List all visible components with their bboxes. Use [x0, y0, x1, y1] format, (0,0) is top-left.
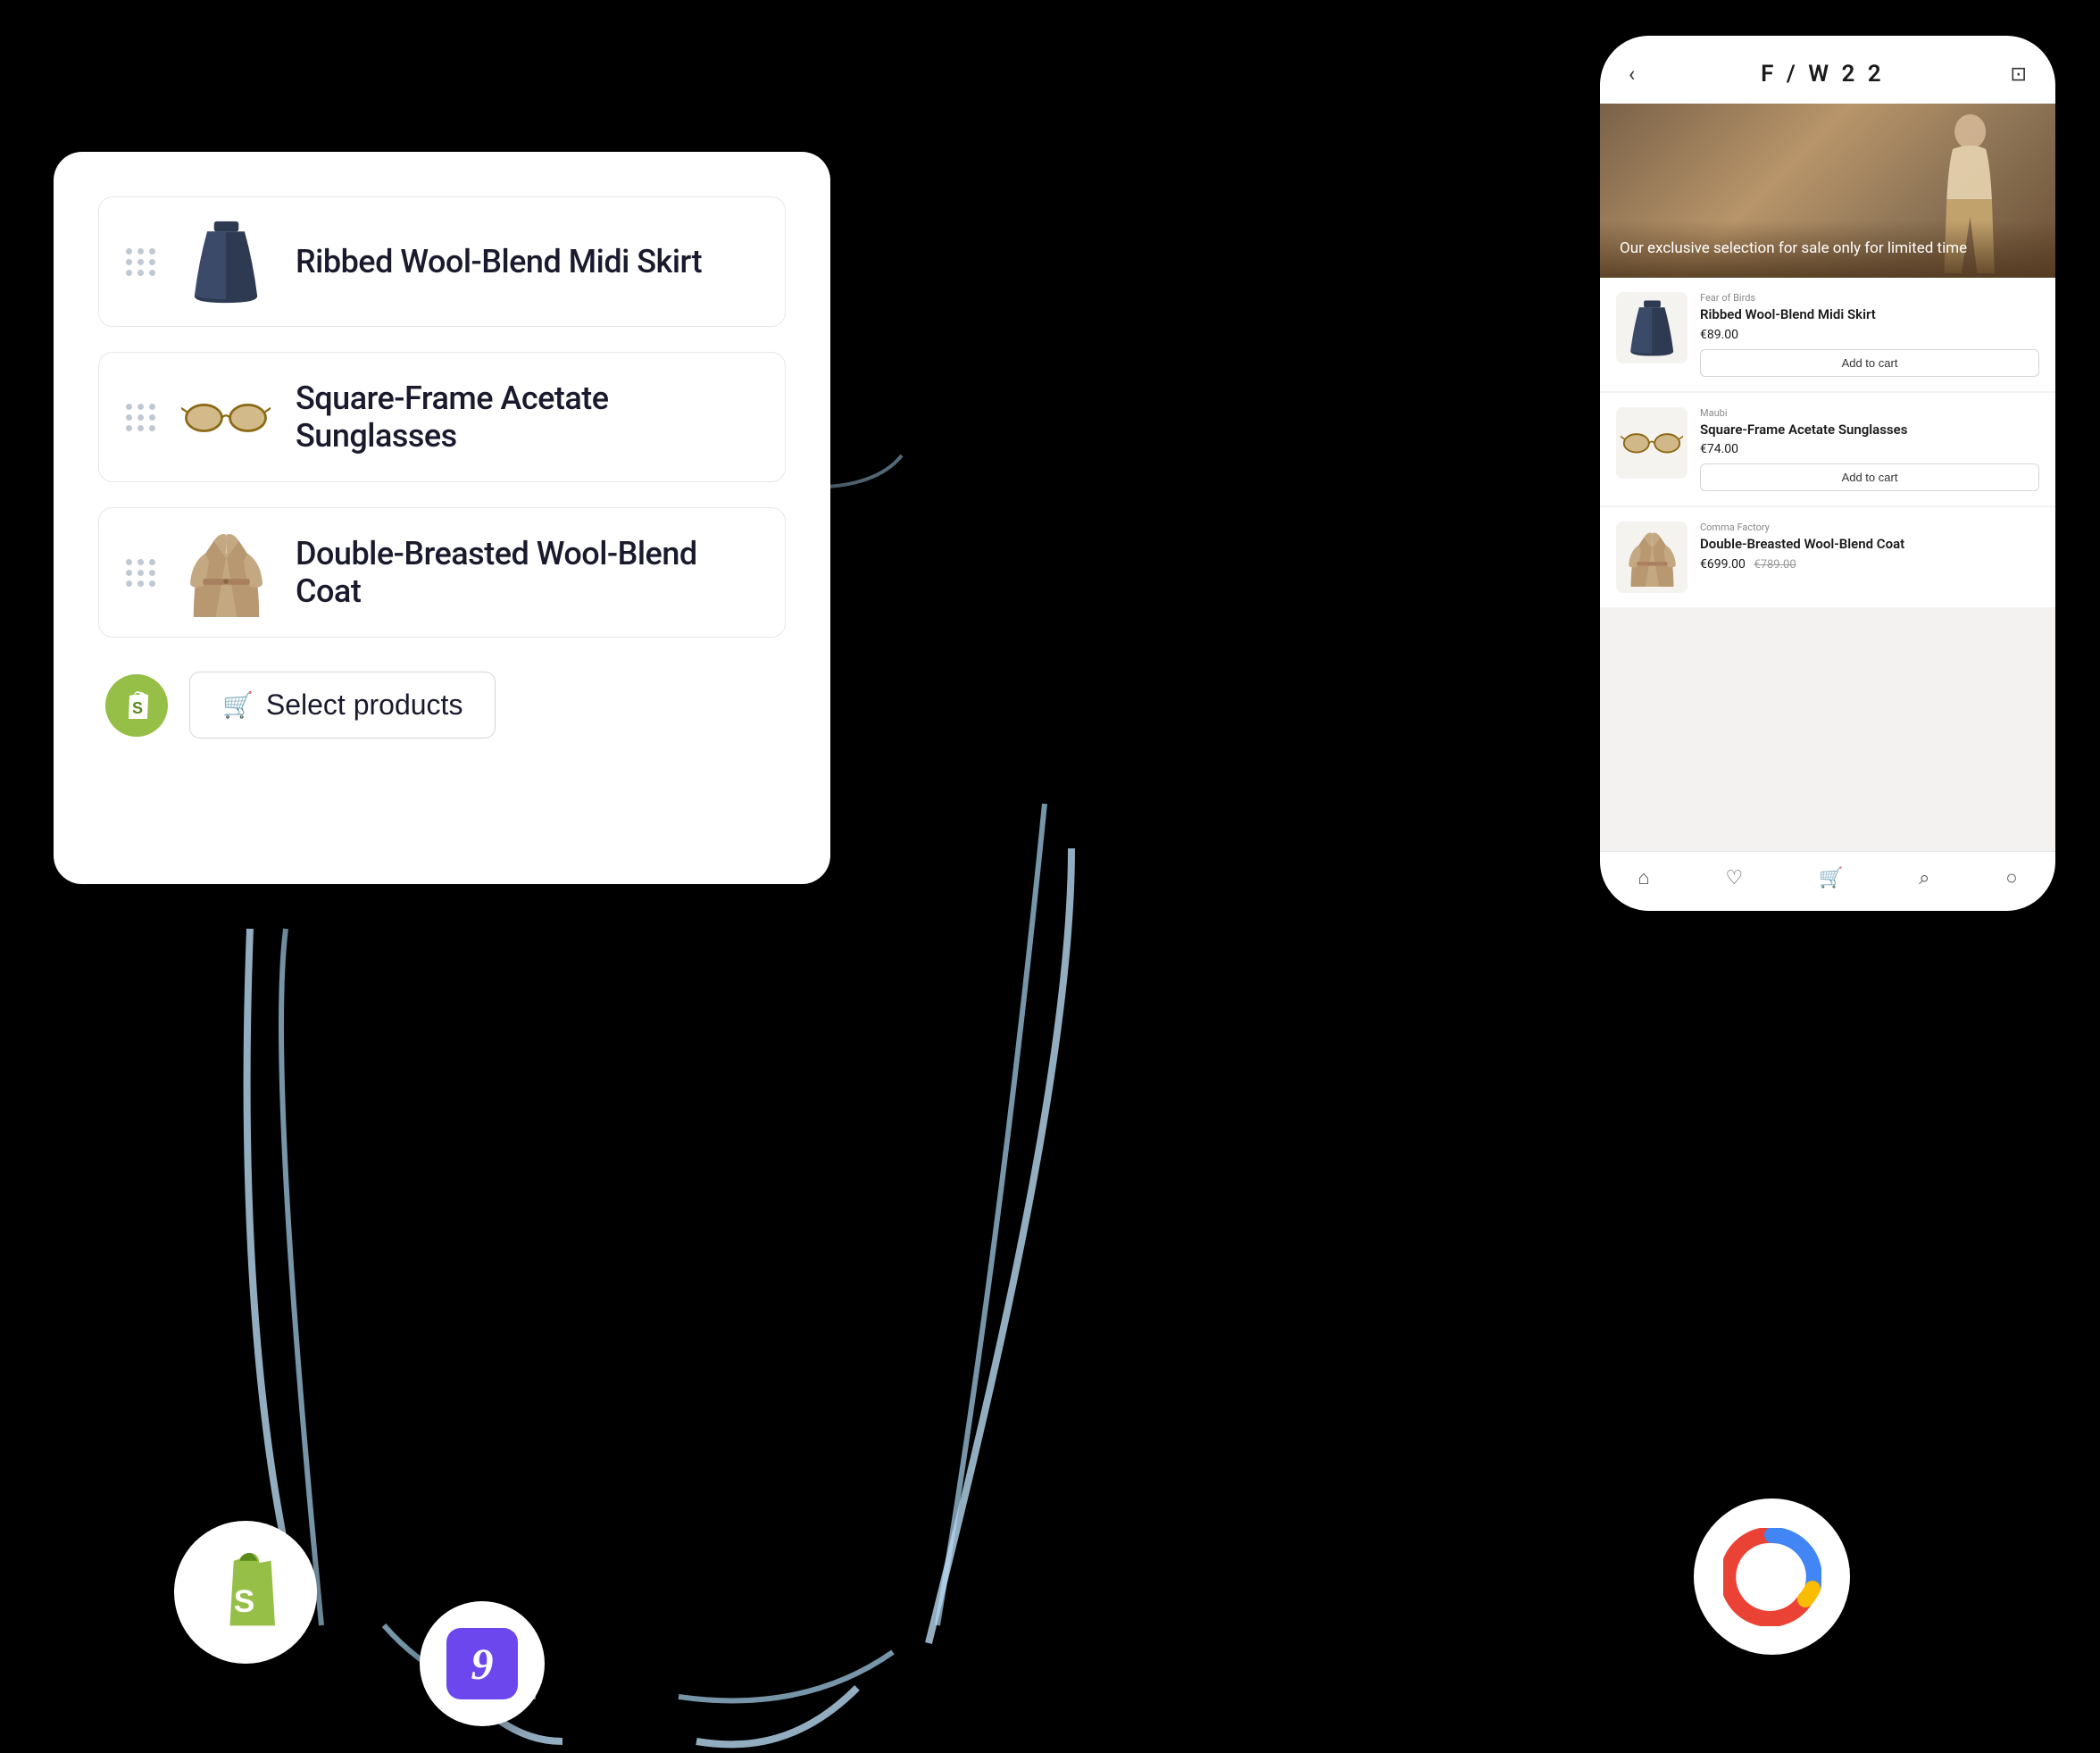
phone-product-info-sunglasses: Maubi Square-Frame Acetate Sunglasses €7…	[1700, 407, 2039, 492]
phone-add-to-cart-skirt[interactable]: Add to cart	[1700, 349, 2039, 377]
drag-handle-coat[interactable]	[126, 559, 156, 587]
phone-product-item-coat: Comma Factory Double-Breasted Wool-Blend…	[1600, 507, 2055, 607]
phone-price-coat: €699.00 €789.00	[1700, 557, 2039, 572]
scene: Ribbed Wool-Blend Midi Skirt	[0, 0, 2100, 1753]
admin-panel: Ribbed Wool-Blend Midi Skirt	[54, 152, 830, 884]
phone-mockup: ‹ F / W 2 2 ⊡ Our exclusive selection fo…	[1600, 36, 2055, 911]
phone-price-sunglasses: €74.00	[1700, 442, 2039, 456]
phone-coat-image	[1616, 522, 1688, 593]
phone-header: ‹ F / W 2 2 ⊡	[1600, 36, 2055, 104]
cart-icon: 🛒	[222, 690, 254, 720]
sunglasses-image	[181, 372, 271, 462]
phone-name-sunglasses: Square-Frame Acetate Sunglasses	[1700, 422, 2039, 439]
phone-product-info-coat: Comma Factory Double-Breasted Wool-Blend…	[1700, 522, 2039, 579]
product-row-sunglasses[interactable]: Square-Frame Acetate Sunglasses	[98, 352, 786, 482]
phone-name-coat: Double-Breasted Wool-Blend Coat	[1700, 536, 2039, 554]
skirt-image	[181, 217, 271, 306]
typeform-icon: 9	[446, 1628, 518, 1699]
phone-brand-coat: Comma Factory	[1700, 522, 2039, 533]
shopify-logo-small: S	[105, 674, 168, 737]
google-circle-badge	[1694, 1498, 1850, 1655]
phone-brand-sunglasses: Maubi	[1700, 407, 2039, 419]
drag-handle-skirt[interactable]	[126, 248, 156, 276]
select-products-label: Select products	[266, 689, 463, 722]
select-products-button[interactable]: 🛒 Select products	[189, 672, 496, 739]
svg-text:S: S	[234, 1584, 254, 1619]
phone-add-to-cart-sunglasses[interactable]: Add to cart	[1700, 463, 2039, 491]
phone-name-skirt: Ribbed Wool-Blend Midi Skirt	[1700, 306, 2039, 324]
shopify-circle-badge: S	[174, 1521, 317, 1664]
nav-user-icon[interactable]: ○	[2005, 866, 2017, 889]
nav-cart-icon[interactable]: 🛒	[1819, 867, 1843, 889]
phone-product-item-sunglasses: Maubi Square-Frame Acetate Sunglasses €7…	[1600, 393, 2055, 506]
product-name-sunglasses: Square-Frame Acetate Sunglasses	[296, 380, 758, 455]
drag-handle-sunglasses[interactable]	[126, 404, 156, 431]
product-name-coat: Double-Breasted Wool-Blend Coat	[296, 535, 758, 610]
phone-product-item-skirt: Fear of Birds Ribbed Wool-Blend Midi Ski…	[1600, 278, 2055, 391]
phone-product-list: Fear of Birds Ribbed Wool-Blend Midi Ski…	[1600, 278, 2055, 851]
phone-sunglasses-image	[1616, 407, 1688, 479]
phone-cart-icon[interactable]: ⊡	[2011, 63, 2027, 86]
phone-hero: Our exclusive selection for sale only fo…	[1600, 104, 2055, 278]
phone-brand-skirt: Fear of Birds	[1700, 292, 2039, 304]
nav-heart-icon[interactable]: ♡	[1725, 867, 1743, 889]
phone-title: F / W 2 2	[1761, 61, 1885, 88]
nav-home-icon[interactable]: ⌂	[1638, 866, 1649, 889]
svg-text:S: S	[132, 699, 143, 717]
product-row-coat[interactable]: Double-Breasted Wool-Blend Coat	[98, 507, 786, 638]
product-name-skirt: Ribbed Wool-Blend Midi Skirt	[296, 243, 702, 280]
product-row-skirt[interactable]: Ribbed Wool-Blend Midi Skirt	[98, 196, 786, 327]
admin-footer: S 🛒 Select products	[98, 672, 786, 739]
phone-skirt-image	[1616, 292, 1688, 363]
hero-text-overlay: Our exclusive selection for sale only fo…	[1600, 221, 2055, 278]
phone-price-skirt: €89.00	[1700, 328, 2039, 342]
phone-bottom-nav: ⌂ ♡ 🛒 ⌕ ○	[1600, 851, 2055, 911]
phone-product-info-skirt: Fear of Birds Ribbed Wool-Blend Midi Ski…	[1700, 292, 2039, 377]
nav-search-icon[interactable]: ⌕	[1919, 867, 1929, 889]
typeform-circle-badge: 9	[420, 1601, 545, 1726]
phone-back-button[interactable]: ‹	[1629, 62, 1635, 87]
coat-image	[181, 528, 271, 617]
hero-text: Our exclusive selection for sale only fo…	[1620, 238, 2036, 260]
